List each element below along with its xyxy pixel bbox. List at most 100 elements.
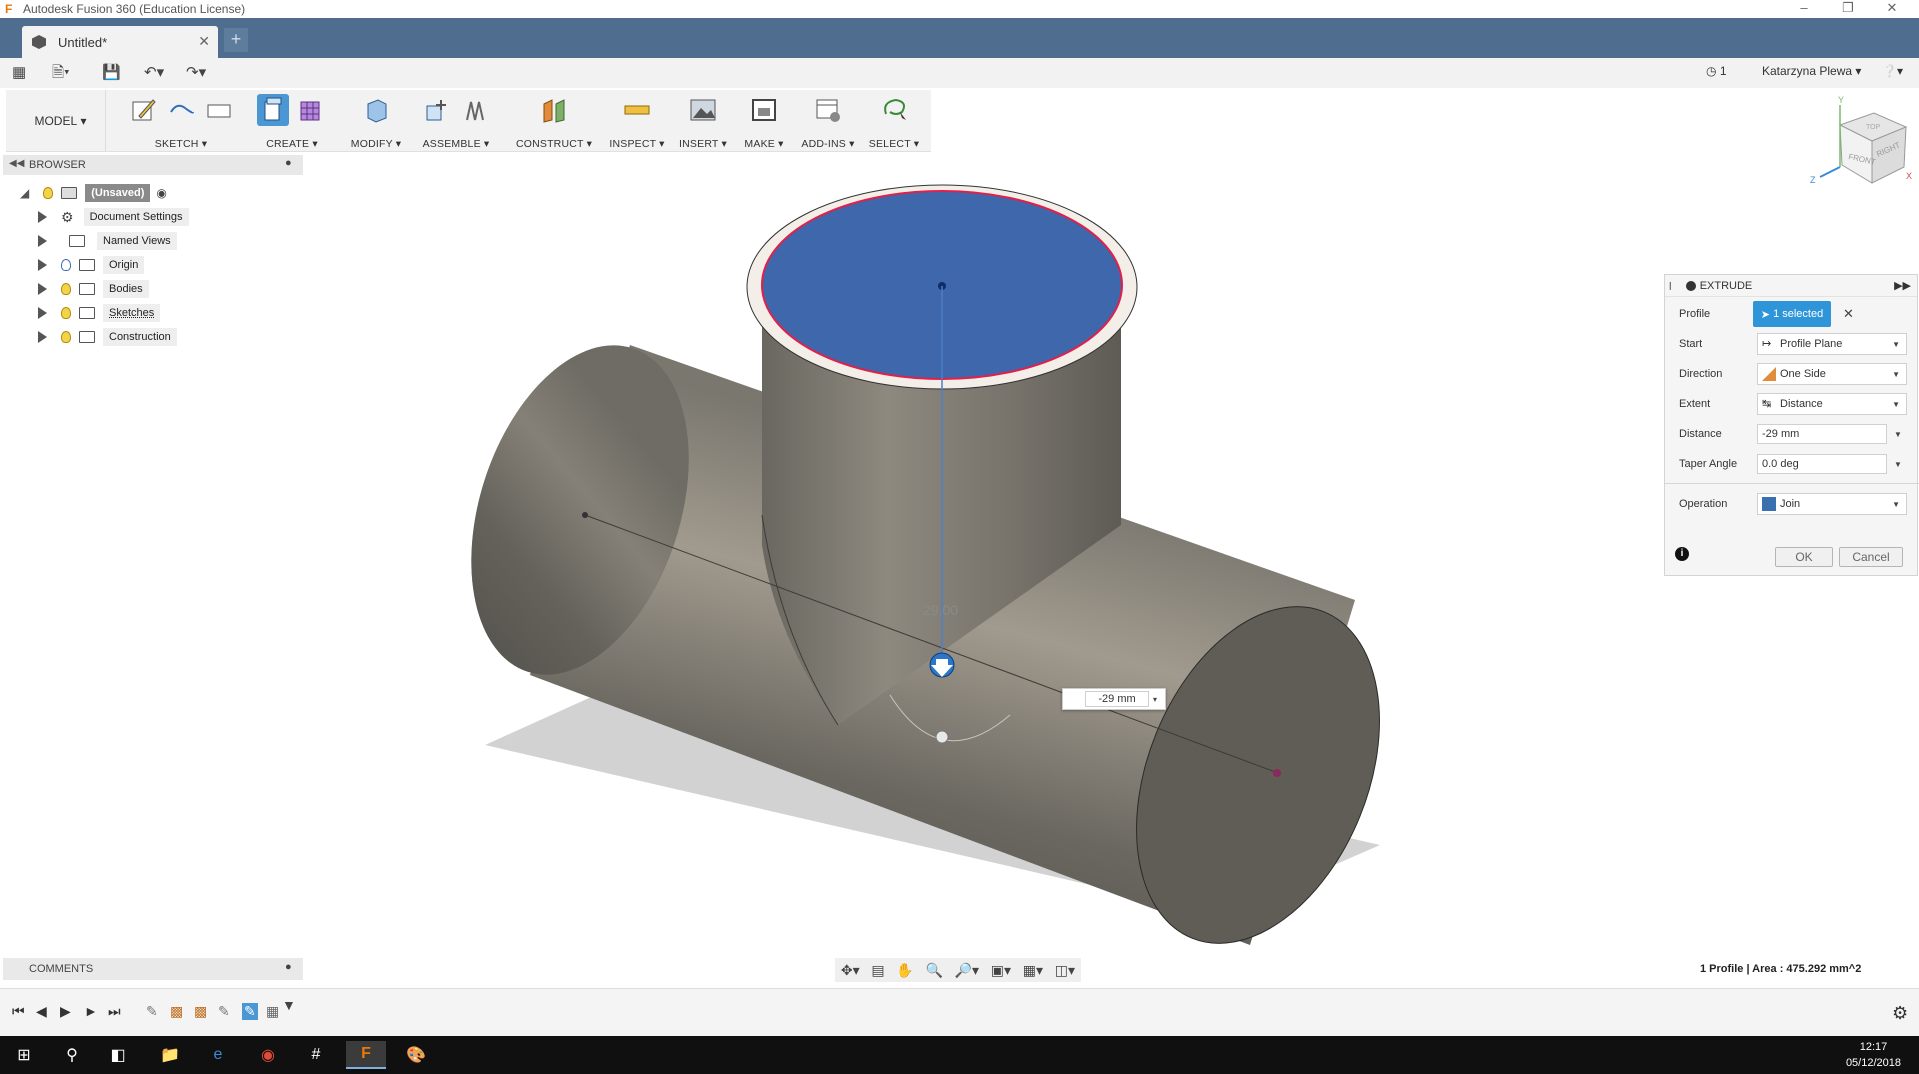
browser-item-document-settings[interactable]: ⚙ Document Settings xyxy=(38,206,189,228)
create-group[interactable]: CREATE ▾ xyxy=(250,90,334,152)
timeline-sketch-feature-icon[interactable]: ✎ xyxy=(146,1003,158,1020)
viewports-icon[interactable]: ◫▾ xyxy=(1055,962,1075,979)
make-group[interactable]: MAKE ▾ xyxy=(736,90,792,152)
close-button[interactable]: ✕ xyxy=(1870,0,1914,18)
user-menu[interactable]: Katarzyna Plewa ▾ xyxy=(1762,64,1861,78)
redo-icon[interactable]: ↷▾ xyxy=(186,62,206,84)
browser-item-label[interactable]: Named Views xyxy=(97,232,177,250)
expand-icon[interactable] xyxy=(38,307,47,319)
taper-angle-input[interactable]: 0.0 deg xyxy=(1757,454,1887,474)
browser-item-bodies[interactable]: Bodies xyxy=(38,278,149,300)
visibility-bulb-icon[interactable] xyxy=(61,283,71,295)
minimize-button[interactable]: – xyxy=(1782,0,1826,18)
timeline-marker-icon[interactable]: ▼ xyxy=(282,997,296,1013)
expand-icon[interactable] xyxy=(38,259,47,271)
go-to-start-icon[interactable]: ⏮ xyxy=(12,1003,25,1020)
browser-item-named-views[interactable]: Named Views xyxy=(38,230,177,252)
visibility-bulb-icon[interactable] xyxy=(43,187,54,199)
offset-plane-icon[interactable] xyxy=(538,94,570,126)
browser-item-label[interactable]: Origin xyxy=(103,256,145,274)
workspace-switcher[interactable]: MODEL ▾ xyxy=(16,90,106,152)
fit-icon[interactable]: 🔎▾ xyxy=(955,962,979,979)
visibility-bulb-icon[interactable] xyxy=(61,331,71,343)
restore-button[interactable]: ❐ xyxy=(1826,0,1870,18)
browser-root-row[interactable]: ◢ (Unsaved) ◉ xyxy=(20,182,167,204)
timeline-plane-feature-icon-2[interactable]: ▩ xyxy=(194,1003,207,1020)
viewcube[interactable]: FRONT RIGHT TOP Y Z X xyxy=(1808,95,1918,205)
inspect-group[interactable]: INSPECT ▾ xyxy=(602,90,672,152)
visibility-bulb-icon[interactable] xyxy=(61,307,71,319)
slack-icon[interactable]: # xyxy=(296,1041,336,1069)
operation-select[interactable]: Join ▼ xyxy=(1757,493,1907,515)
timeline-sketch-feature-icon-2[interactable]: ✎ xyxy=(218,1003,230,1020)
play-icon[interactable]: ▶ xyxy=(60,1003,71,1020)
pattern-icon[interactable] xyxy=(295,94,327,126)
measure-icon[interactable] xyxy=(621,94,653,126)
search-icon[interactable]: ⚲ xyxy=(52,1041,92,1069)
chrome-browser-icon[interactable]: ◉ xyxy=(248,1041,288,1069)
clear-selection-icon[interactable]: ✕ xyxy=(1843,306,1854,322)
modify-group[interactable]: MODIFY ▾ xyxy=(342,90,410,152)
job-status[interactable]: ◷ 1 xyxy=(1706,64,1727,78)
scripts-addins-icon[interactable] xyxy=(812,94,844,126)
close-tab-icon[interactable]: ✕ xyxy=(198,33,210,50)
add-ins-group[interactable]: ADD-INS ▾ xyxy=(796,90,860,152)
step-forward-icon[interactable]: ► xyxy=(84,1003,98,1019)
3d-print-icon[interactable] xyxy=(748,94,780,126)
system-clock[interactable]: 12:17 05/12/2018 xyxy=(1846,1039,1901,1071)
file-menu-icon[interactable]: 🗎▾ xyxy=(52,62,70,84)
extrude-dialog-header[interactable]: ❙ EXTRUDE ▶▶ xyxy=(1665,275,1917,297)
grid-icon[interactable]: ▦▾ xyxy=(1023,962,1043,979)
taper-dropdown-icon[interactable]: ▼ xyxy=(1894,460,1902,469)
display-settings-icon[interactable]: ▣▾ xyxy=(991,962,1011,979)
browser-item-label[interactable]: Document Settings xyxy=(83,208,189,226)
step-back-icon[interactable]: ◀ xyxy=(36,1003,47,1020)
panel-grip-icon[interactable]: ❙ xyxy=(1667,281,1674,290)
distance-dropdown-icon[interactable]: ▼ xyxy=(1894,430,1902,439)
browser-options-icon[interactable]: ● xyxy=(285,157,292,169)
expand-icon[interactable] xyxy=(38,235,47,247)
new-component-icon[interactable] xyxy=(421,94,453,126)
activate-radio-icon[interactable]: ◉ xyxy=(156,186,166,200)
browser-item-construction[interactable]: Construction xyxy=(38,326,177,348)
direction-select[interactable]: One Side ▼ xyxy=(1757,363,1907,385)
insert-image-icon[interactable] xyxy=(687,94,719,126)
expand-icon[interactable] xyxy=(38,331,47,343)
dialog-minus-icon[interactable] xyxy=(1685,280,1696,291)
distance-inline-input[interactable]: -29 mm ▾ xyxy=(1062,688,1166,710)
joint-icon[interactable] xyxy=(459,94,491,126)
new-tab-button[interactable]: + xyxy=(224,28,248,52)
help-icon[interactable]: ❔▾ xyxy=(1882,64,1903,78)
task-view-icon[interactable]: ◧ xyxy=(98,1041,138,1069)
document-tab[interactable]: Untitled* ✕ xyxy=(22,26,218,58)
distance-input[interactable]: -29 mm xyxy=(1757,424,1887,444)
data-panel-grid-icon[interactable]: ▦ xyxy=(12,62,26,84)
expand-icon[interactable] xyxy=(38,211,47,223)
distance-arrow-handle[interactable] xyxy=(929,652,955,678)
distance-dropdown-icon[interactable]: ▾ xyxy=(1153,695,1157,704)
info-icon[interactable]: i xyxy=(1675,547,1689,561)
create-sketch-icon[interactable] xyxy=(127,94,159,126)
visibility-bulb-icon[interactable] xyxy=(61,259,71,271)
comments-panel-header[interactable]: COMMENTS ● xyxy=(3,958,303,980)
look-at-icon[interactable]: ▤ xyxy=(871,962,884,979)
edge-browser-icon[interactable]: e xyxy=(198,1041,238,1069)
paint-app-icon[interactable]: 🎨 xyxy=(396,1041,436,1069)
start-select[interactable]: ↦ Profile Plane ▼ xyxy=(1757,333,1907,355)
zoom-icon[interactable]: 🔍 xyxy=(925,962,942,979)
undo-icon[interactable]: ↶▾ xyxy=(144,62,164,84)
collapse-browser-icon[interactable]: ◀◀ xyxy=(9,158,24,169)
insert-group[interactable]: INSERT ▾ xyxy=(672,90,734,152)
model-canvas[interactable] xyxy=(0,155,1919,980)
line-icon[interactable] xyxy=(165,94,197,126)
ok-button[interactable]: OK xyxy=(1775,547,1833,567)
save-icon[interactable]: 💾 xyxy=(102,62,121,84)
timeline-active-sketch-icon[interactable]: ✎ xyxy=(242,1003,258,1020)
press-pull-icon[interactable] xyxy=(360,94,392,126)
extrude-icon[interactable] xyxy=(257,94,289,126)
collapse-root-icon[interactable]: ◢ xyxy=(20,186,29,200)
browser-item-label[interactable]: Construction xyxy=(103,328,177,346)
construct-group[interactable]: CONSTRUCT ▾ xyxy=(506,90,602,152)
extent-select[interactable]: ↹ Distance ▼ xyxy=(1757,393,1907,415)
browser-panel-header[interactable]: ◀◀ BROWSER ● xyxy=(3,155,303,175)
